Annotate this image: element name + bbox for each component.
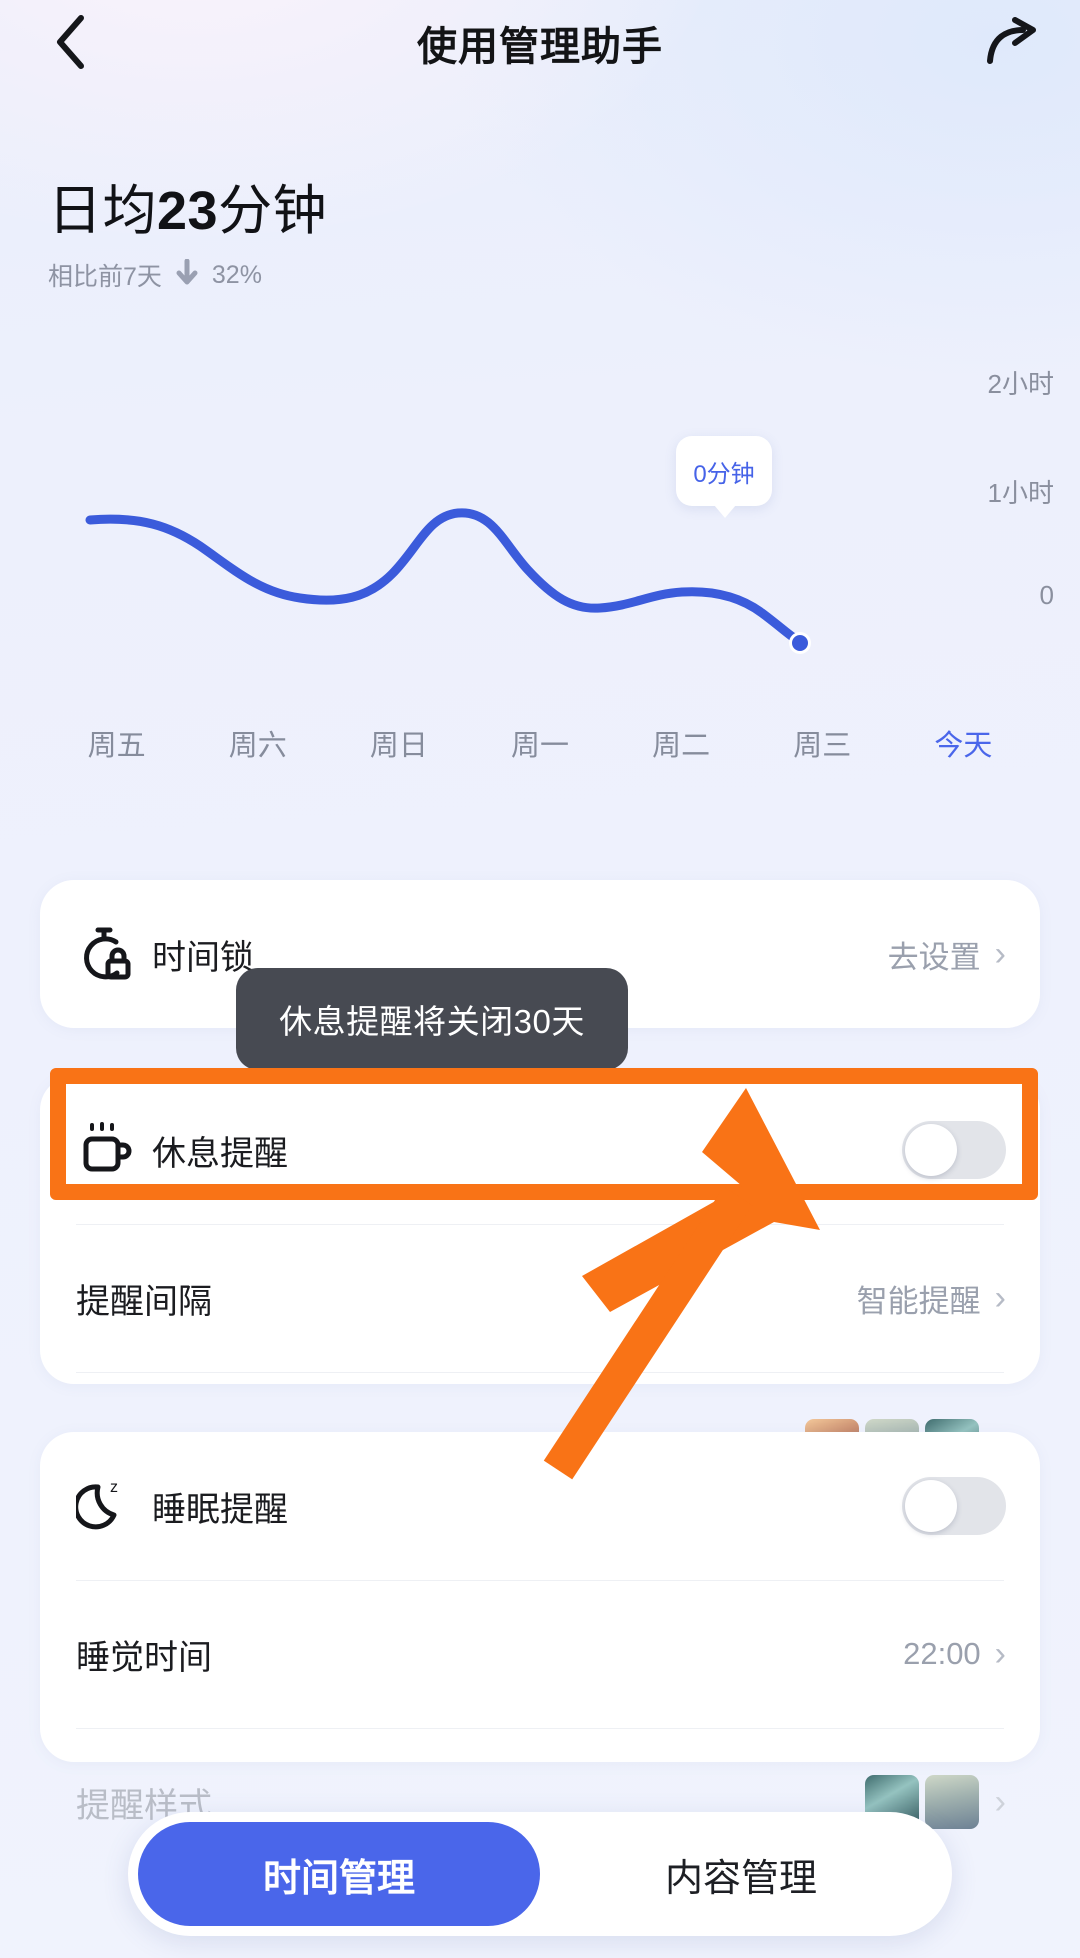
annotation-arrow-tail	[543, 1186, 753, 1480]
chart-day-label[interactable]: 周三	[752, 722, 893, 764]
chart-day-label[interactable]: 周五	[46, 722, 187, 764]
bottom-tab-bar: 时间管理 内容管理	[128, 1812, 952, 1936]
trend-value: 32%	[211, 260, 262, 289]
sleep-reminder-label: 睡眠提醒	[152, 1490, 288, 1529]
page-title: 使用管理助手	[417, 25, 663, 69]
share-arrow-icon	[985, 16, 1043, 72]
daily-average-prefix: 日均	[48, 181, 157, 241]
usage-chart[interactable]: 2小时 1小时 0	[0, 330, 1080, 660]
chevron-right-icon: ›	[994, 1783, 1006, 1821]
chart-day-label-today[interactable]: 今天	[893, 722, 1034, 764]
time-lock-action: 去设置	[887, 939, 981, 975]
trend-row: 相比前7天 32%	[48, 257, 327, 293]
daily-average-headline: 日均23分钟	[48, 181, 328, 241]
sleep-reminder-card: z 睡眠提醒 睡觉时间 22:00 › 提醒样式 ›	[40, 1432, 1040, 1829]
chart-day-label[interactable]: 周六	[187, 722, 328, 764]
stopwatch-lock-icon	[76, 925, 152, 983]
tab-content-management[interactable]: 内容管理	[540, 1822, 942, 1926]
rest-reminder-label: 休息提醒	[152, 1134, 288, 1173]
bedtime-value: 22:00	[903, 1636, 981, 1671]
tab-time-management[interactable]: 时间管理	[138, 1822, 540, 1926]
daily-average-value: 23	[157, 181, 219, 241]
toggle-knob	[905, 1480, 957, 1532]
toggle-knob	[905, 1124, 957, 1176]
usage-summary: 日均23分钟 相比前7天 32%	[48, 181, 328, 293]
lighthouse-thumb	[924, 1775, 979, 1829]
reminder-interval-value: 智能提醒	[856, 1283, 981, 1319]
moon-z-icon: z	[76, 1477, 152, 1535]
chevron-right-icon: ›	[994, 1635, 1006, 1673]
arrow-down-icon	[176, 258, 198, 292]
app-header: 使用管理助手	[0, 0, 1080, 86]
compare-label: 相比前7天	[48, 263, 162, 292]
chart-tooltip: 0分钟	[676, 436, 772, 518]
toast-text: 休息提醒将关闭30天	[279, 1003, 585, 1040]
chart-day-label[interactable]: 周一	[469, 722, 610, 764]
tab-time-management-label: 时间管理	[262, 1857, 415, 1900]
toast-message: 休息提醒将关闭30天	[236, 968, 628, 1070]
share-button[interactable]	[978, 8, 1050, 80]
bedtime-row[interactable]: 睡觉时间 22:00 ›	[40, 1580, 1040, 1728]
chevron-right-icon: ›	[994, 1279, 1006, 1317]
rest-reminder-toggle[interactable]	[902, 1121, 1006, 1179]
tab-content-management-label: 内容管理	[664, 1857, 817, 1900]
sleep-reminder-toggle[interactable]	[902, 1477, 1006, 1535]
chart-day-label[interactable]: 周日	[328, 722, 469, 764]
chart-endpoint-svg	[789, 632, 811, 654]
daily-average-unit: 分钟	[218, 181, 328, 241]
back-button[interactable]	[34, 8, 106, 80]
chevron-left-icon	[53, 13, 87, 76]
chart-day-label[interactable]: 周二	[611, 722, 752, 764]
coffee-cup-icon	[76, 1121, 152, 1179]
svg-text:z: z	[110, 1479, 118, 1496]
phone-screen: 使用管理助手 日均23分钟 相比前7天 32% 2小时 1小时 0 0分钟 周五…	[0, 0, 1080, 1958]
bedtime-label: 睡觉时间	[76, 1638, 212, 1677]
chart-tooltip-label: 0分钟	[693, 460, 755, 488]
chevron-right-icon: ›	[994, 935, 1006, 973]
chart-day-labels[interactable]: 周五 周六 周日 周一 周二 周三 今天	[0, 722, 1080, 764]
